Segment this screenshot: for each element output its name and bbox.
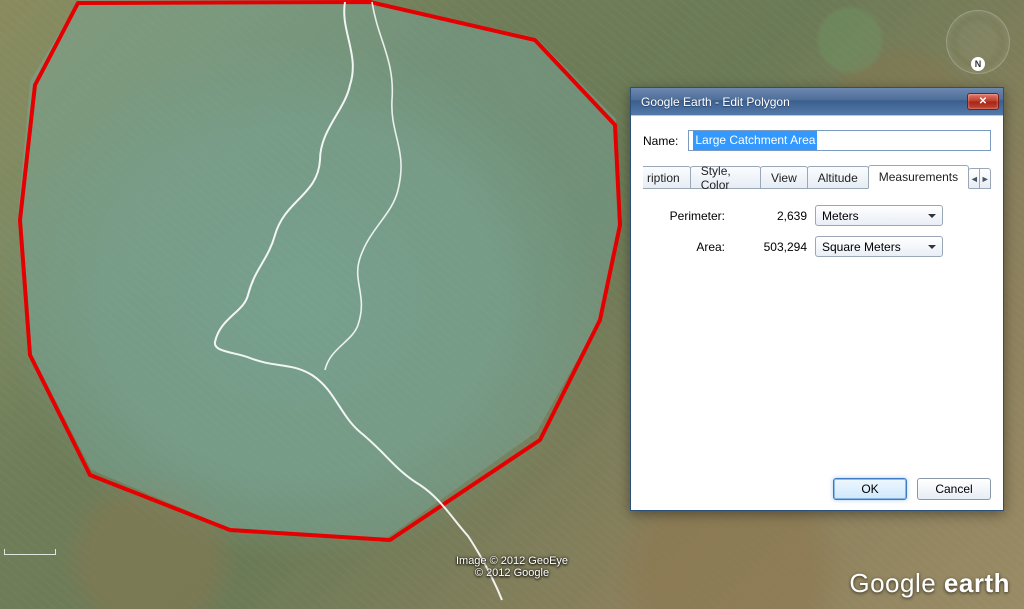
tab-altitude[interactable]: Altitude bbox=[807, 166, 869, 188]
perimeter-label: Perimeter: bbox=[659, 209, 737, 223]
ok-button[interactable]: OK bbox=[833, 478, 907, 500]
dialog-title: Google Earth - Edit Polygon bbox=[641, 95, 967, 109]
dialog-titlebar[interactable]: Google Earth - Edit Polygon ✕ bbox=[631, 88, 1003, 115]
area-value: 503,294 bbox=[737, 240, 815, 254]
tabs-scroll-left[interactable]: ◄ bbox=[968, 168, 979, 188]
name-input[interactable]: Large Catchment Area bbox=[688, 130, 991, 151]
measurements-panel: Perimeter: 2,639 Meters Area: 503,294 Sq… bbox=[643, 189, 991, 257]
credit-line: Image © 2012 GeoEye bbox=[456, 555, 568, 567]
scale-bar bbox=[4, 549, 56, 555]
compass-north-label: N bbox=[971, 57, 985, 71]
perimeter-value: 2,639 bbox=[737, 209, 815, 223]
tab-style-color[interactable]: Style, Color bbox=[690, 166, 761, 188]
area-unit-select[interactable]: Square Meters bbox=[815, 236, 943, 257]
area-label: Area: bbox=[659, 240, 737, 254]
chevron-left-icon: ◄ bbox=[970, 174, 979, 184]
credit-line: © 2012 Google bbox=[456, 567, 568, 579]
tabs-row: ription Style, Color View Altitude Measu… bbox=[643, 165, 991, 189]
dialog-body: Name: Large Catchment Area ription Style… bbox=[631, 115, 1003, 510]
tabs-scroll-right[interactable]: ► bbox=[979, 168, 991, 188]
edit-polygon-dialog: Google Earth - Edit Polygon ✕ Name: Larg… bbox=[630, 87, 1004, 511]
compass[interactable]: N bbox=[946, 10, 1010, 74]
name-label: Name: bbox=[643, 134, 678, 148]
imagery-credits: Image © 2012 GeoEye © 2012 Google bbox=[456, 555, 568, 579]
cancel-button[interactable]: Cancel bbox=[917, 478, 991, 500]
perimeter-unit-select[interactable]: Meters bbox=[815, 205, 943, 226]
tab-view[interactable]: View bbox=[760, 166, 808, 188]
tab-measurements[interactable]: Measurements bbox=[868, 165, 969, 189]
name-input-value: Large Catchment Area bbox=[693, 131, 817, 150]
close-icon: ✕ bbox=[979, 96, 987, 107]
chevron-right-icon: ► bbox=[981, 174, 990, 184]
map-viewport[interactable]: N Image © 2012 GeoEye © 2012 Google Goog… bbox=[0, 0, 1024, 609]
google-earth-logo: Google earth bbox=[849, 568, 1010, 599]
tab-description[interactable]: ription bbox=[643, 166, 691, 188]
close-button[interactable]: ✕ bbox=[967, 93, 999, 110]
